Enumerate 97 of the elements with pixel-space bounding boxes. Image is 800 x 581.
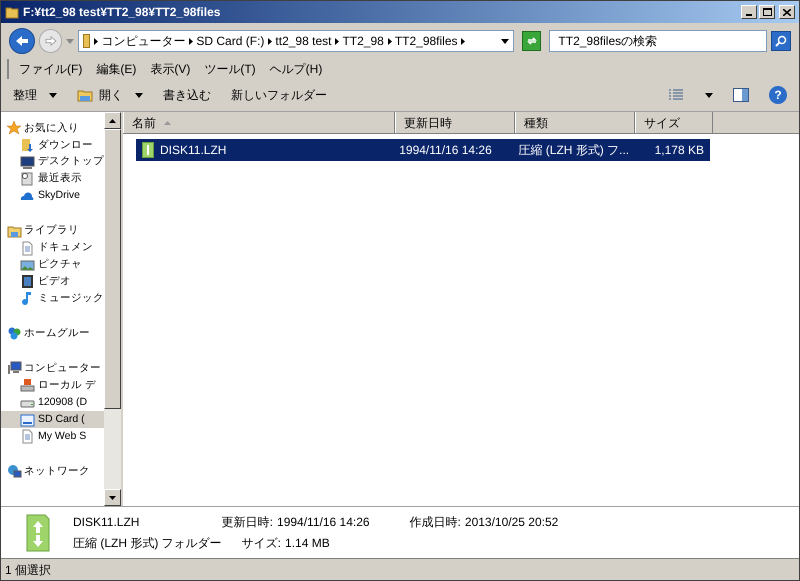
file-type: 圧縮 (LZH 形式) フォルダー bbox=[73, 535, 222, 552]
library-icon bbox=[7, 224, 22, 239]
breadcrumb-arrow-icon[interactable] bbox=[189, 38, 194, 44]
preview-pane-icon[interactable] bbox=[733, 88, 749, 102]
desktop-icon bbox=[20, 154, 35, 170]
nav-group[interactable]: ライブラリ bbox=[1, 222, 104, 240]
file-name: DISK11.LZH bbox=[73, 514, 140, 531]
nav-item[interactable]: ピクチャ bbox=[1, 256, 104, 274]
nav-group[interactable]: ホームグルー bbox=[1, 325, 104, 342]
nav-group[interactable]: ネットワーク bbox=[1, 463, 104, 480]
compressed-file-icon bbox=[142, 142, 154, 158]
breadcrumb-item[interactable]: TT2_98 bbox=[342, 32, 384, 50]
toolbar-button[interactable]: 書き込む bbox=[163, 86, 211, 104]
video-icon bbox=[20, 274, 35, 290]
close-button[interactable] bbox=[779, 5, 795, 19]
dropdown-caret-icon bbox=[135, 92, 143, 98]
scrollbar[interactable] bbox=[104, 112, 121, 506]
breadcrumb-item[interactable]: コンピューター bbox=[101, 32, 186, 50]
breadcrumb-arrow-icon[interactable] bbox=[388, 38, 392, 44]
detail-value: 1.14 MB bbox=[285, 535, 330, 552]
nav-item[interactable]: SD Card ( bbox=[1, 411, 104, 428]
search-icon bbox=[775, 35, 788, 47]
recent-icon bbox=[20, 172, 35, 187]
address-bar[interactable]: コンピューター SD Card (F:) tt2_98 test TT2_98 TT2_98files bbox=[78, 30, 514, 52]
picture-icon bbox=[20, 258, 35, 273]
column-header[interactable]: 名前 bbox=[123, 112, 395, 133]
menu-item[interactable]: 編集(E) bbox=[96, 60, 136, 78]
detail-value: 1994/11/16 14:26 bbox=[277, 514, 370, 531]
toolbar-button[interactable]: 新しいフォルダー bbox=[231, 86, 327, 104]
breadcrumb-item[interactable]: TT2_98files bbox=[394, 32, 458, 50]
back-button[interactable] bbox=[9, 28, 35, 54]
column-header[interactable]: 更新日時 bbox=[395, 112, 515, 133]
nav-item[interactable]: 120908 (D bbox=[1, 394, 104, 412]
scroll-up-icon[interactable] bbox=[109, 118, 116, 122]
file-row[interactable]: DISK11.LZH 1994/11/16 14:26 圧縮 (LZH 形式) フ... 1,178 KB bbox=[136, 139, 710, 161]
minimize-icon bbox=[746, 14, 752, 16]
window-title: F:¥tt2_98 test¥TT2_98¥TT2_98files bbox=[23, 4, 222, 21]
toolbar-button[interactable]: 整理 bbox=[13, 86, 57, 104]
nav-group[interactable]: コンピューター bbox=[1, 360, 104, 378]
compressed-folder-icon bbox=[25, 512, 51, 552]
breadcrumb-arrow-icon[interactable] bbox=[268, 38, 272, 44]
breadcrumb-arrow-icon[interactable] bbox=[335, 38, 340, 44]
search-button[interactable] bbox=[771, 31, 791, 51]
star-icon bbox=[7, 120, 22, 136]
breadcrumb-arrow-icon[interactable] bbox=[460, 38, 465, 44]
refresh-icon bbox=[526, 35, 538, 47]
table-cell-text: 1994/11/16 14:26 bbox=[399, 142, 492, 159]
dropdown-caret-icon bbox=[49, 92, 57, 98]
disk-icon bbox=[20, 378, 35, 394]
search-field[interactable]: TT2_98filesの検索 bbox=[549, 30, 768, 52]
breadcrumb-arrow-icon[interactable] bbox=[94, 38, 98, 44]
maximize-icon bbox=[762, 8, 772, 16]
nav-item[interactable]: デスクトップ bbox=[1, 154, 104, 171]
help-button[interactable]: ? bbox=[769, 86, 787, 104]
doc-icon bbox=[20, 240, 35, 256]
maximize-button[interactable] bbox=[759, 5, 775, 19]
doc-icon bbox=[20, 429, 35, 444]
detail-label: 作成日時: bbox=[410, 514, 461, 531]
view-options-icon[interactable] bbox=[669, 89, 685, 101]
table-cell-text: 圧縮 (LZH 形式) フ... bbox=[518, 142, 630, 159]
sd-icon bbox=[20, 412, 35, 428]
nav-item[interactable]: ダウンロー bbox=[1, 136, 104, 154]
detail-label: 更新日時: bbox=[222, 514, 274, 531]
refresh-button[interactable] bbox=[522, 31, 542, 51]
column-header[interactable]: 種類 bbox=[515, 112, 635, 133]
breadcrumb-item[interactable]: SD Card (F:) bbox=[196, 32, 264, 50]
nav-item[interactable]: SkyDrive bbox=[1, 188, 104, 205]
table-cell-text: DISK11.LZH bbox=[160, 142, 226, 159]
network-icon bbox=[7, 464, 22, 479]
nav-item[interactable]: My Web S bbox=[1, 428, 104, 445]
detail-label: サイズ: bbox=[242, 535, 282, 552]
nav-item[interactable]: ローカル デ bbox=[1, 377, 104, 394]
minimize-button[interactable] bbox=[741, 5, 757, 19]
download-icon bbox=[20, 138, 35, 153]
table-cell-text: 1,178 KB bbox=[654, 142, 704, 159]
menu-item[interactable]: ファイル(F) bbox=[19, 60, 82, 78]
breadcrumb-item[interactable]: tt2_98 test bbox=[275, 32, 332, 50]
nav-item[interactable]: ミュージック bbox=[1, 290, 104, 308]
forward-arrow-icon bbox=[44, 36, 57, 46]
scroll-down-icon[interactable] bbox=[109, 496, 116, 500]
dropdown-caret-icon[interactable] bbox=[705, 92, 713, 98]
close-icon bbox=[783, 8, 791, 16]
toolbar-button[interactable]: 開く bbox=[77, 86, 143, 104]
column-header[interactable]: サイズ bbox=[635, 112, 713, 133]
nav-item[interactable]: ドキュメン bbox=[1, 240, 104, 257]
back-arrow-icon bbox=[14, 35, 29, 47]
homegroup-icon bbox=[7, 326, 22, 342]
dropdown-caret-icon[interactable] bbox=[500, 38, 509, 44]
menu-item[interactable]: 表示(V) bbox=[150, 60, 190, 78]
nav-item[interactable]: ビデオ bbox=[1, 274, 104, 290]
detail-value: 2013/10/25 20:52 bbox=[464, 514, 558, 531]
menu-item[interactable]: ツール(T) bbox=[204, 60, 256, 78]
status-text: 1 個選択 bbox=[5, 562, 52, 578]
nav-item[interactable]: 最近表示 bbox=[1, 170, 104, 188]
nav-group[interactable]: お気に入り bbox=[1, 120, 104, 137]
menu-item[interactable]: ヘルプ(H) bbox=[270, 60, 322, 78]
computer-icon bbox=[7, 361, 22, 376]
